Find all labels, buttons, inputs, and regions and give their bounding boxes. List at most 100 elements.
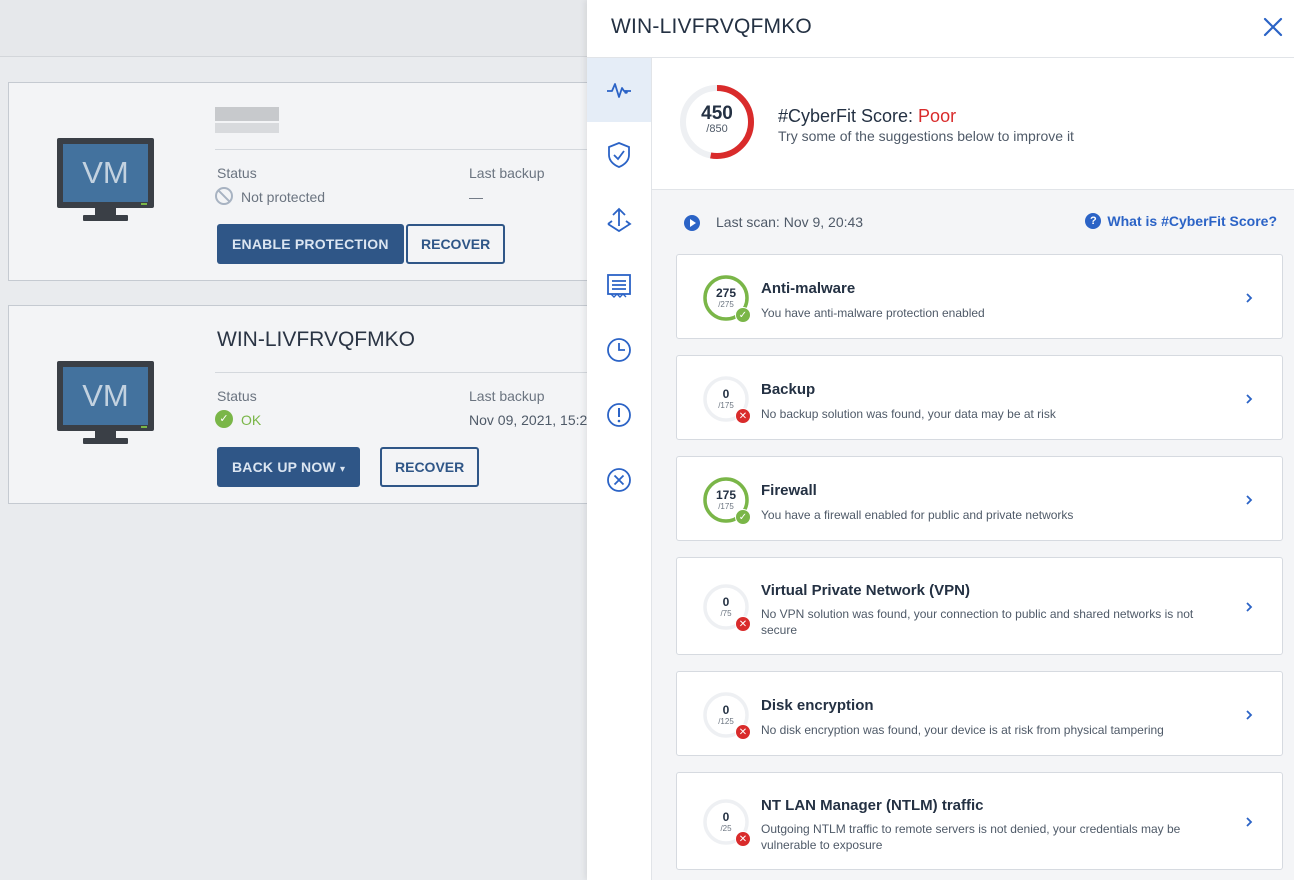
panel-header: WIN-LIVFRVQFMKO bbox=[587, 0, 1294, 58]
last-backup-label: Last backup bbox=[469, 165, 545, 181]
error-badge-icon: ✕ bbox=[735, 831, 751, 847]
item-score-ring: 275/275 ✓ bbox=[701, 273, 751, 323]
cyberfit-score-value: 450 bbox=[701, 103, 733, 124]
run-scan-icon[interactable] bbox=[684, 215, 700, 231]
help-icon: ? bbox=[1085, 213, 1102, 229]
cyberfit-score-title: #CyberFit Score: Poor bbox=[778, 106, 956, 127]
last-scan-text: Last scan: Nov 9, 20:43 bbox=[716, 214, 864, 230]
back-up-now-label: BACK UP NOW bbox=[232, 459, 336, 475]
close-circle-icon bbox=[607, 468, 631, 492]
chevron-right-icon bbox=[1246, 394, 1253, 404]
score-title-prefix: #CyberFit Score: bbox=[778, 106, 919, 126]
list-icon bbox=[607, 274, 631, 298]
panel-tab-rail bbox=[587, 58, 652, 880]
status-value: Not protected bbox=[241, 189, 326, 205]
item-description: No VPN solution was found, your connecti… bbox=[761, 607, 1194, 637]
panel-title: WIN-LIVFRVQFMKO bbox=[611, 15, 812, 38]
check-icon: ✓ bbox=[215, 410, 233, 428]
item-title: Backup bbox=[761, 381, 816, 398]
item-score-value: 0 bbox=[722, 810, 730, 824]
chevron-down-icon: ▾ bbox=[339, 464, 346, 475]
what-is-cyberfit-link[interactable]: ? What is #CyberFit Score? bbox=[1085, 213, 1277, 229]
cyberfit-item-card[interactable]: 275/275 ✓ Anti-malware You have anti-malwar… bbox=[676, 254, 1283, 339]
cyberfit-item-card[interactable]: 0/175 ✕ Backup No backup solution was found… bbox=[676, 355, 1283, 440]
clock-icon bbox=[607, 338, 631, 362]
cyberfit-content: 450 /850 #CyberFit Score: Poor Try some … bbox=[652, 58, 1294, 880]
item-score-value: 0 bbox=[722, 387, 730, 401]
device-subname-redacted bbox=[215, 123, 279, 133]
item-score-ring: 0/25 ✕ bbox=[701, 797, 751, 847]
item-description: No disk encryption was found, your devic… bbox=[761, 723, 1164, 737]
close-button[interactable] bbox=[1260, 14, 1286, 40]
error-badge-icon: ✕ bbox=[735, 616, 751, 632]
item-title: Virtual Private Network (VPN) bbox=[761, 582, 970, 599]
status-value: OK bbox=[241, 412, 262, 428]
vm-monitor-icon: VM bbox=[57, 138, 154, 222]
check-badge-icon: ✓ bbox=[735, 307, 751, 323]
item-title: Anti-malware bbox=[761, 280, 856, 297]
device-name: WIN-LIVFRVQFMKO bbox=[217, 328, 415, 351]
cyberfit-score-subtitle: Try some of the suggestions below to imp… bbox=[778, 128, 1074, 144]
not-protected-icon bbox=[215, 187, 233, 205]
score-rating: Poor bbox=[918, 106, 957, 126]
cyberfit-item-card[interactable]: 0/125 ✕ Disk encryption No disk encryption … bbox=[676, 671, 1283, 756]
tab-delete[interactable] bbox=[587, 448, 651, 512]
device-card: VM WIN-LIVFRVQFMKO Status ✓ OK Last back… bbox=[8, 305, 609, 504]
tab-cyberfit[interactable] bbox=[587, 58, 651, 122]
chevron-right-icon bbox=[1246, 817, 1253, 827]
item-score-value: 0 bbox=[722, 703, 730, 717]
scan-row: Last scan: Nov 9, 20:43 ? What is #Cyber… bbox=[652, 208, 1294, 236]
chevron-right-icon bbox=[1246, 710, 1253, 720]
tab-alerts[interactable] bbox=[587, 383, 651, 447]
cyberfit-score-max: /850 bbox=[706, 123, 728, 135]
item-description: You have a firewall enabled for public a… bbox=[761, 508, 1074, 522]
cyberfit-item-card[interactable]: 175/175 ✓ Firewall You have a firewall enab… bbox=[676, 456, 1283, 541]
item-score-value: 275 bbox=[715, 286, 737, 300]
last-backup-label: Last backup bbox=[469, 388, 545, 404]
divider bbox=[215, 372, 609, 373]
vm-label: VM bbox=[63, 144, 148, 202]
item-score-value: 0 bbox=[722, 595, 730, 609]
vm-monitor-icon: VM bbox=[57, 361, 154, 445]
recover-button[interactable]: RECOVER bbox=[380, 447, 480, 487]
chevron-right-icon bbox=[1246, 293, 1253, 303]
backup-upload-icon bbox=[607, 207, 632, 233]
cyberfit-score-ring: 450 /850 bbox=[678, 83, 756, 161]
activity-icon bbox=[607, 83, 631, 98]
cyberfit-item-card[interactable]: 0/75 ✕ Virtual Private Network (VPN) No VPN… bbox=[676, 557, 1283, 655]
item-title: Disk encryption bbox=[761, 697, 874, 714]
tab-backup[interactable] bbox=[587, 188, 651, 252]
shield-check-icon bbox=[608, 142, 630, 168]
cyberfit-item-card[interactable]: 0/25 ✕ NT LAN Manager (NTLM) traffic Outgoi… bbox=[676, 772, 1283, 870]
item-title: NT LAN Manager (NTLM) traffic bbox=[761, 797, 984, 814]
tab-details[interactable] bbox=[587, 253, 651, 317]
error-badge-icon: ✕ bbox=[735, 408, 751, 424]
device-card: VM Status Not protected Last backup — EN… bbox=[8, 82, 609, 281]
cyberfit-summary: 450 /850 #CyberFit Score: Poor Try some … bbox=[652, 58, 1294, 190]
status-label: Status bbox=[217, 165, 257, 181]
tab-protection[interactable] bbox=[587, 123, 651, 187]
item-score-ring: 0/175 ✕ bbox=[701, 374, 751, 424]
item-description: You have anti-malware protection enabled bbox=[761, 306, 985, 320]
divider bbox=[215, 149, 609, 150]
status-label: Status bbox=[217, 388, 257, 404]
back-up-now-button[interactable]: BACK UP NOW ▾ bbox=[217, 447, 361, 487]
device-details-panel: WIN-LIVFRVQFMKO 450 /850 #CyberFit Score… bbox=[587, 0, 1294, 880]
chevron-right-icon bbox=[1246, 602, 1253, 612]
enable-protection-button[interactable]: ENABLE PROTECTION bbox=[217, 224, 404, 264]
check-badge-icon: ✓ bbox=[735, 509, 751, 525]
last-backup-value: — bbox=[469, 189, 483, 205]
device-name-redacted bbox=[215, 107, 279, 121]
error-badge-icon: ✕ bbox=[735, 724, 751, 740]
item-score-value: 175 bbox=[715, 488, 737, 502]
last-backup-value: Nov 09, 2021, 15:2 bbox=[469, 412, 588, 428]
item-title: Firewall bbox=[761, 482, 817, 499]
recover-button[interactable]: RECOVER bbox=[406, 224, 506, 264]
close-icon bbox=[1263, 17, 1283, 37]
item-score-ring: 0/125 ✕ bbox=[701, 690, 751, 740]
tab-activities[interactable] bbox=[587, 318, 651, 382]
vm-label: VM bbox=[63, 367, 148, 425]
item-description: No backup solution was found, your data … bbox=[761, 407, 1056, 421]
item-score-ring: 0/75 ✕ bbox=[701, 582, 751, 632]
help-link-label: What is #CyberFit Score? bbox=[1107, 213, 1277, 229]
